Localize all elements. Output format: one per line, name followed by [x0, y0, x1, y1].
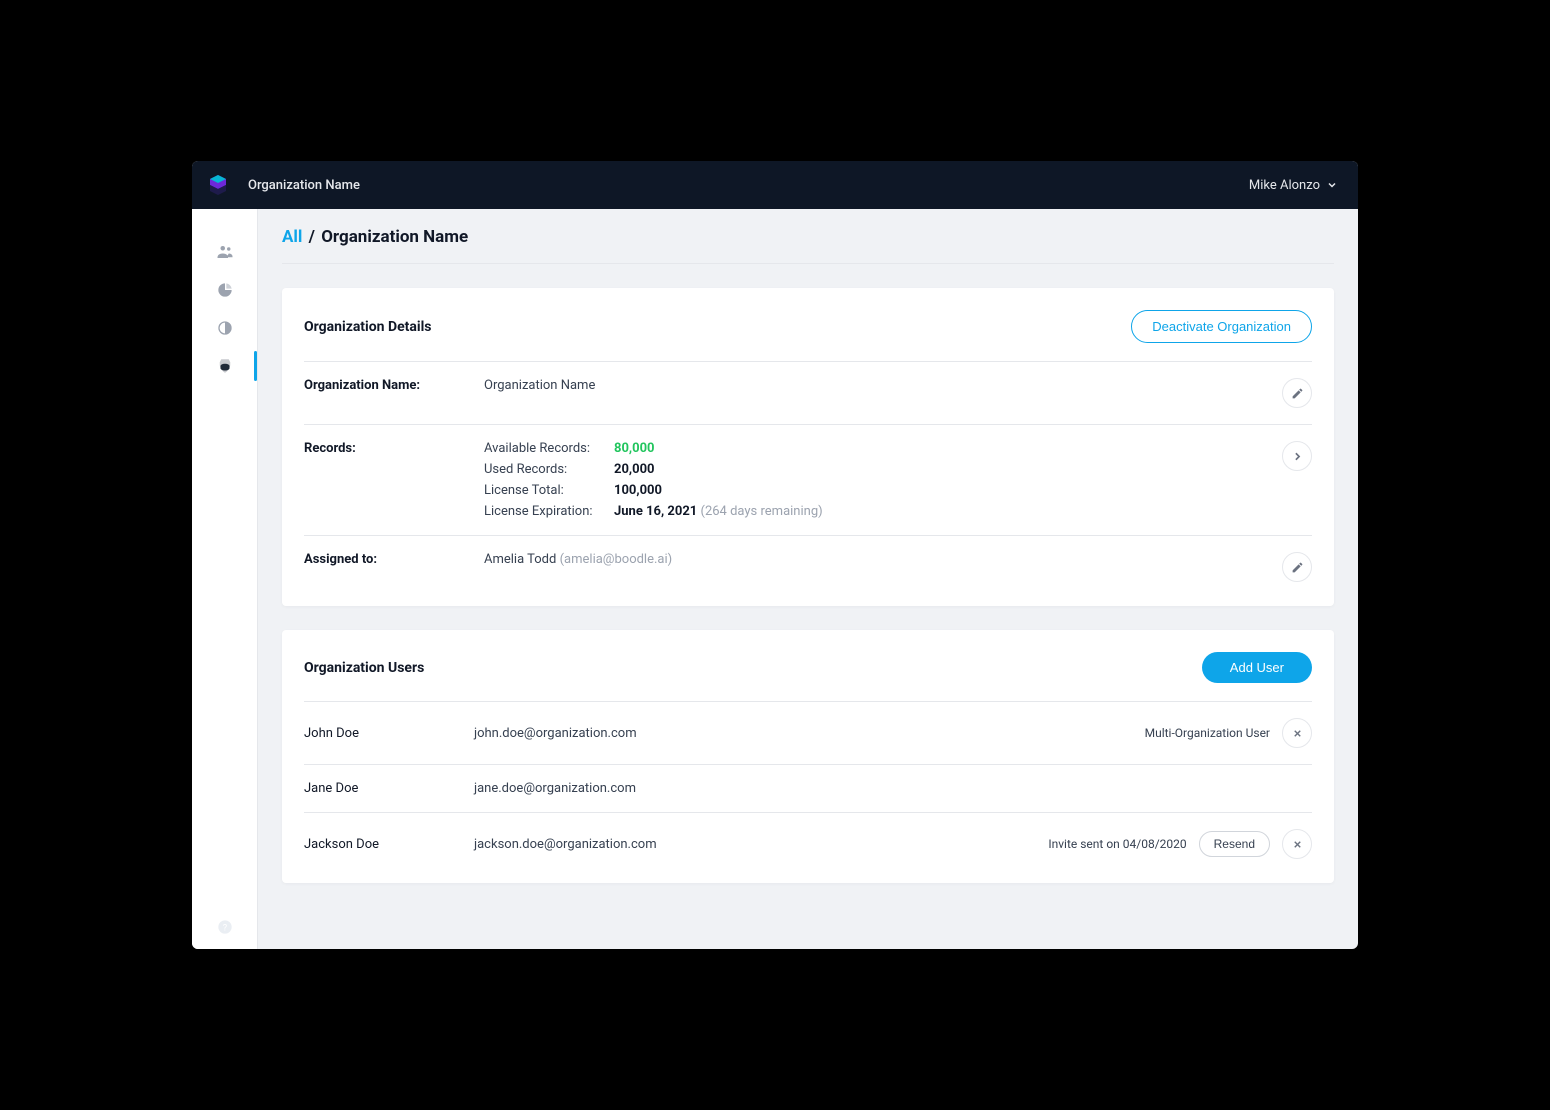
add-user-button[interactable]: Add User: [1202, 652, 1312, 683]
available-records-value: 80,000: [614, 441, 1272, 456]
users-list: John Doejohn.doe@organization.comMulti-O…: [304, 701, 1312, 875]
user-row: John Doejohn.doe@organization.comMulti-O…: [304, 701, 1312, 764]
edit-assigned-button[interactable]: [1282, 552, 1312, 582]
user-name: John Doe: [304, 726, 474, 741]
expiration-remaining: (264 days remaining): [701, 504, 823, 519]
breadcrumb-current: Organization Name: [321, 227, 468, 247]
organization-details-card: Organization Details Deactivate Organiza…: [282, 288, 1334, 606]
sidebar-help[interactable]: ?: [192, 919, 257, 935]
app-window: Organization Name Mike Alonzo ?: [192, 161, 1358, 949]
records-kv: Available Records: 80,000 Used Records: …: [484, 441, 1272, 519]
breadcrumb-root[interactable]: All: [282, 227, 302, 247]
pencil-icon: [1291, 387, 1304, 400]
chevron-down-icon: [1326, 179, 1338, 191]
org-name-label: Organization Name:: [304, 378, 484, 393]
assigned-value: Amelia Todd (amelia@boodle.ai): [484, 552, 1272, 567]
topbar-org-name: Organization Name: [248, 178, 360, 193]
user-name: Jackson Doe: [304, 837, 474, 852]
used-records-label: Used Records:: [484, 462, 602, 477]
used-records-value: 20,000: [614, 462, 1272, 477]
assigned-email: (amelia@boodle.ai): [560, 552, 673, 567]
remove-user-button[interactable]: [1282, 718, 1312, 748]
breadcrumb: All / Organization Name: [282, 227, 1334, 264]
card-header: Organization Details Deactivate Organiza…: [304, 288, 1312, 361]
assigned-row: Assigned to: Amelia Todd (amelia@boodle.…: [304, 535, 1312, 598]
topbar-left: Organization Name: [206, 173, 360, 197]
close-icon: [1292, 728, 1303, 739]
users-icon: [216, 243, 234, 261]
chevron-right-icon: [1291, 450, 1304, 463]
pencil-icon: [1291, 561, 1304, 574]
records-row: Records: Available Records: 80,000 Used …: [304, 424, 1312, 535]
user-meta: Multi-Organization User: [1145, 718, 1312, 748]
edit-org-name-button[interactable]: [1282, 378, 1312, 408]
remove-user-button[interactable]: [1282, 829, 1312, 859]
user-name: Jane Doe: [304, 781, 474, 796]
users-card-header: Organization Users Add User: [304, 630, 1312, 701]
sidebar-item-organizations[interactable]: [192, 347, 257, 385]
license-total-value: 100,000: [614, 483, 1272, 498]
svg-text:?: ?: [222, 922, 227, 933]
sidebar-item-contrast[interactable]: [192, 309, 257, 347]
breadcrumb-sep: /: [309, 227, 315, 247]
user-meta-text: Invite sent on 04/08/2020: [1048, 837, 1186, 851]
help-icon: ?: [217, 919, 233, 935]
available-records-label: Available Records:: [484, 441, 602, 456]
assigned-label: Assigned to:: [304, 552, 484, 567]
license-expiration-label: License Expiration:: [484, 504, 602, 519]
close-icon: [1292, 839, 1303, 850]
sidebar-item-users[interactable]: [192, 233, 257, 271]
user-email: john.doe@organization.com: [474, 726, 1145, 741]
user-meta: Invite sent on 04/08/2020 Resend: [1048, 829, 1312, 859]
resend-invite-button[interactable]: Resend: [1199, 831, 1270, 857]
license-total-label: License Total:: [484, 483, 602, 498]
org-name-row: Organization Name: Organization Name: [304, 361, 1312, 424]
users-title: Organization Users: [304, 660, 424, 676]
deactivate-organization-button[interactable]: Deactivate Organization: [1131, 310, 1312, 343]
shell: ? All / Organization Name Organization D…: [192, 209, 1358, 949]
details-title: Organization Details: [304, 319, 431, 335]
topbar: Organization Name Mike Alonzo: [192, 161, 1358, 209]
license-expiration-value: June 16, 2021 (264 days remaining): [614, 504, 1272, 519]
records-detail-button[interactable]: [1282, 441, 1312, 471]
sidebar-item-chart[interactable]: [192, 271, 257, 309]
chart-icon: [217, 282, 233, 298]
shield-role-icon: [216, 357, 234, 375]
user-menu-name: Mike Alonzo: [1249, 178, 1320, 193]
contrast-icon: [217, 320, 233, 336]
user-row: Jackson Doejackson.doe@organization.comI…: [304, 812, 1312, 875]
records-label: Records:: [304, 441, 484, 456]
user-meta-text: Multi-Organization User: [1145, 726, 1270, 740]
app-logo-icon: [206, 173, 230, 197]
sidebar: ?: [192, 209, 258, 949]
user-email: jane.doe@organization.com: [474, 781, 1312, 796]
user-menu[interactable]: Mike Alonzo: [1249, 178, 1338, 193]
organization-users-card: Organization Users Add User John Doejohn…: [282, 630, 1334, 883]
user-email: jackson.doe@organization.com: [474, 837, 1048, 852]
org-name-value: Organization Name: [484, 378, 1272, 393]
main-content: All / Organization Name Organization Det…: [258, 209, 1358, 949]
user-row: Jane Doejane.doe@organization.com: [304, 764, 1312, 812]
